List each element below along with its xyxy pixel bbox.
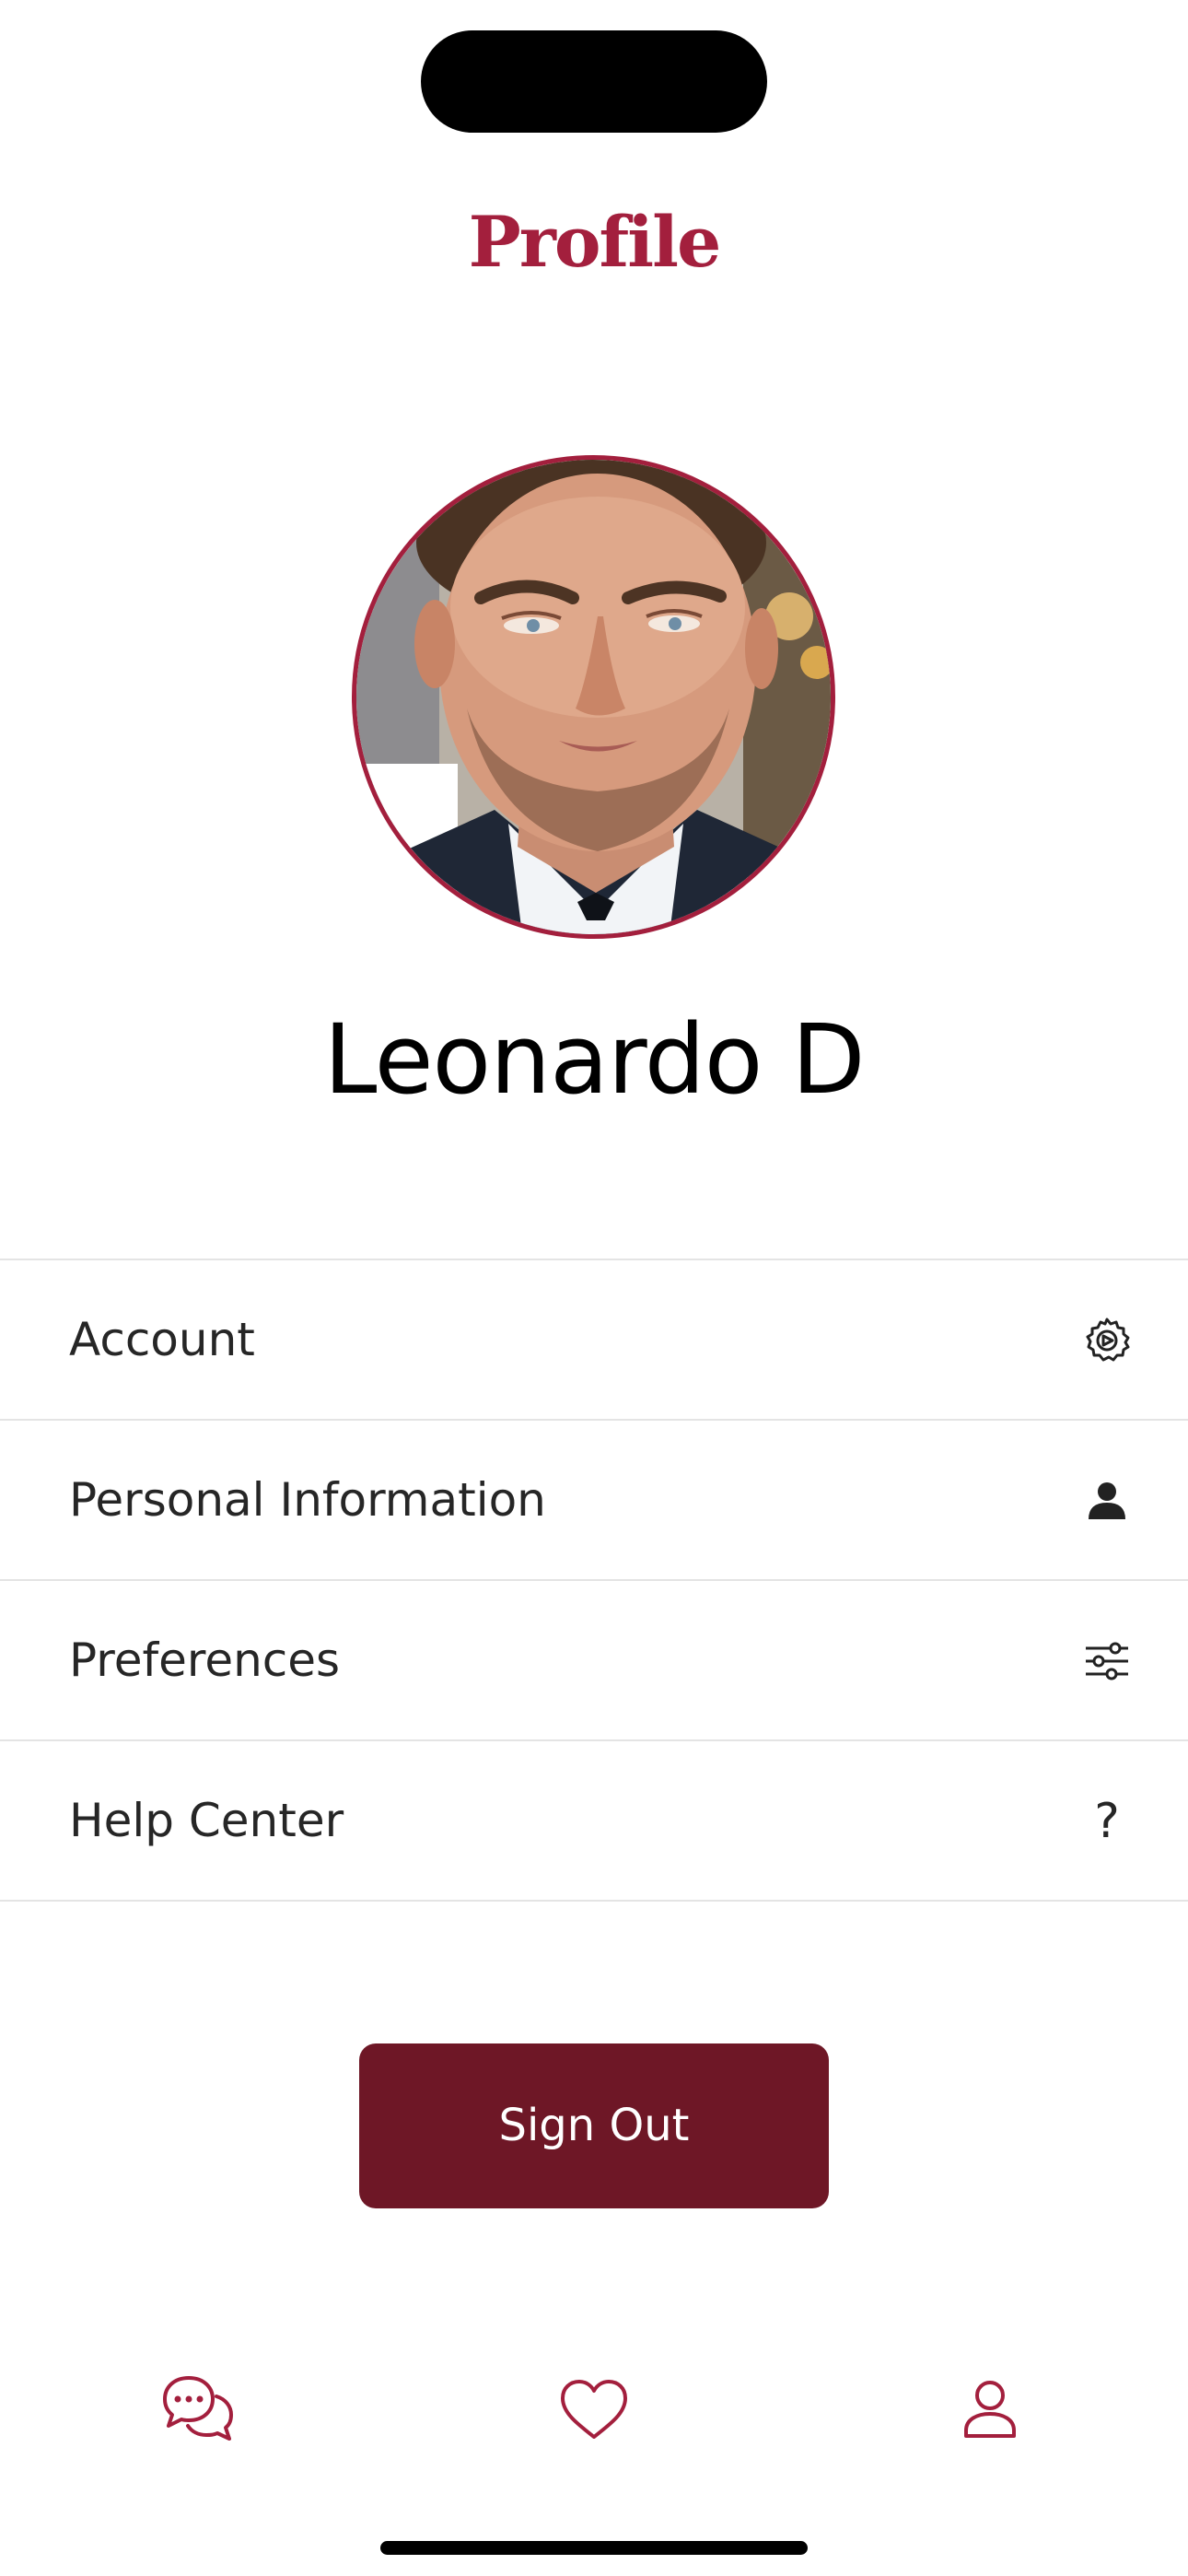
tab-profile[interactable] — [949, 2368, 1031, 2451]
menu-item-personal-information[interactable]: Personal Information — [0, 1421, 1188, 1581]
sliders-icon — [1083, 1637, 1131, 1685]
dynamic-island — [421, 30, 767, 133]
tab-favorites[interactable] — [553, 2368, 635, 2451]
heart-icon — [561, 2380, 627, 2439]
gear-icon — [1083, 1317, 1131, 1364]
avatar-photo — [356, 460, 831, 934]
user-name: Leonardo D — [323, 1003, 865, 1116]
avatar[interactable] — [352, 455, 835, 939]
profile-menu: Account Personal Information Preferences — [0, 1259, 1188, 1902]
person-icon — [1083, 1477, 1131, 1525]
question-icon: ? — [1094, 1794, 1120, 1849]
page-title: Profile — [468, 201, 722, 283]
menu-item-label: Preferences — [69, 1633, 341, 1687]
menu-item-help-center[interactable]: Help Center ? — [0, 1741, 1188, 1902]
home-indicator[interactable] — [380, 2541, 808, 2555]
menu-item-label: Personal Information — [69, 1473, 546, 1527]
menu-item-account[interactable]: Account — [0, 1260, 1188, 1421]
menu-item-label: Help Center — [69, 1794, 344, 1847]
chat-bubbles-icon — [163, 2376, 233, 2441]
sign-out-button[interactable]: Sign Out — [359, 2043, 829, 2208]
tab-chat[interactable] — [157, 2368, 239, 2451]
menu-item-preferences[interactable]: Preferences — [0, 1581, 1188, 1741]
person-outline-icon — [964, 2381, 1016, 2438]
menu-item-label: Account — [69, 1313, 255, 1366]
